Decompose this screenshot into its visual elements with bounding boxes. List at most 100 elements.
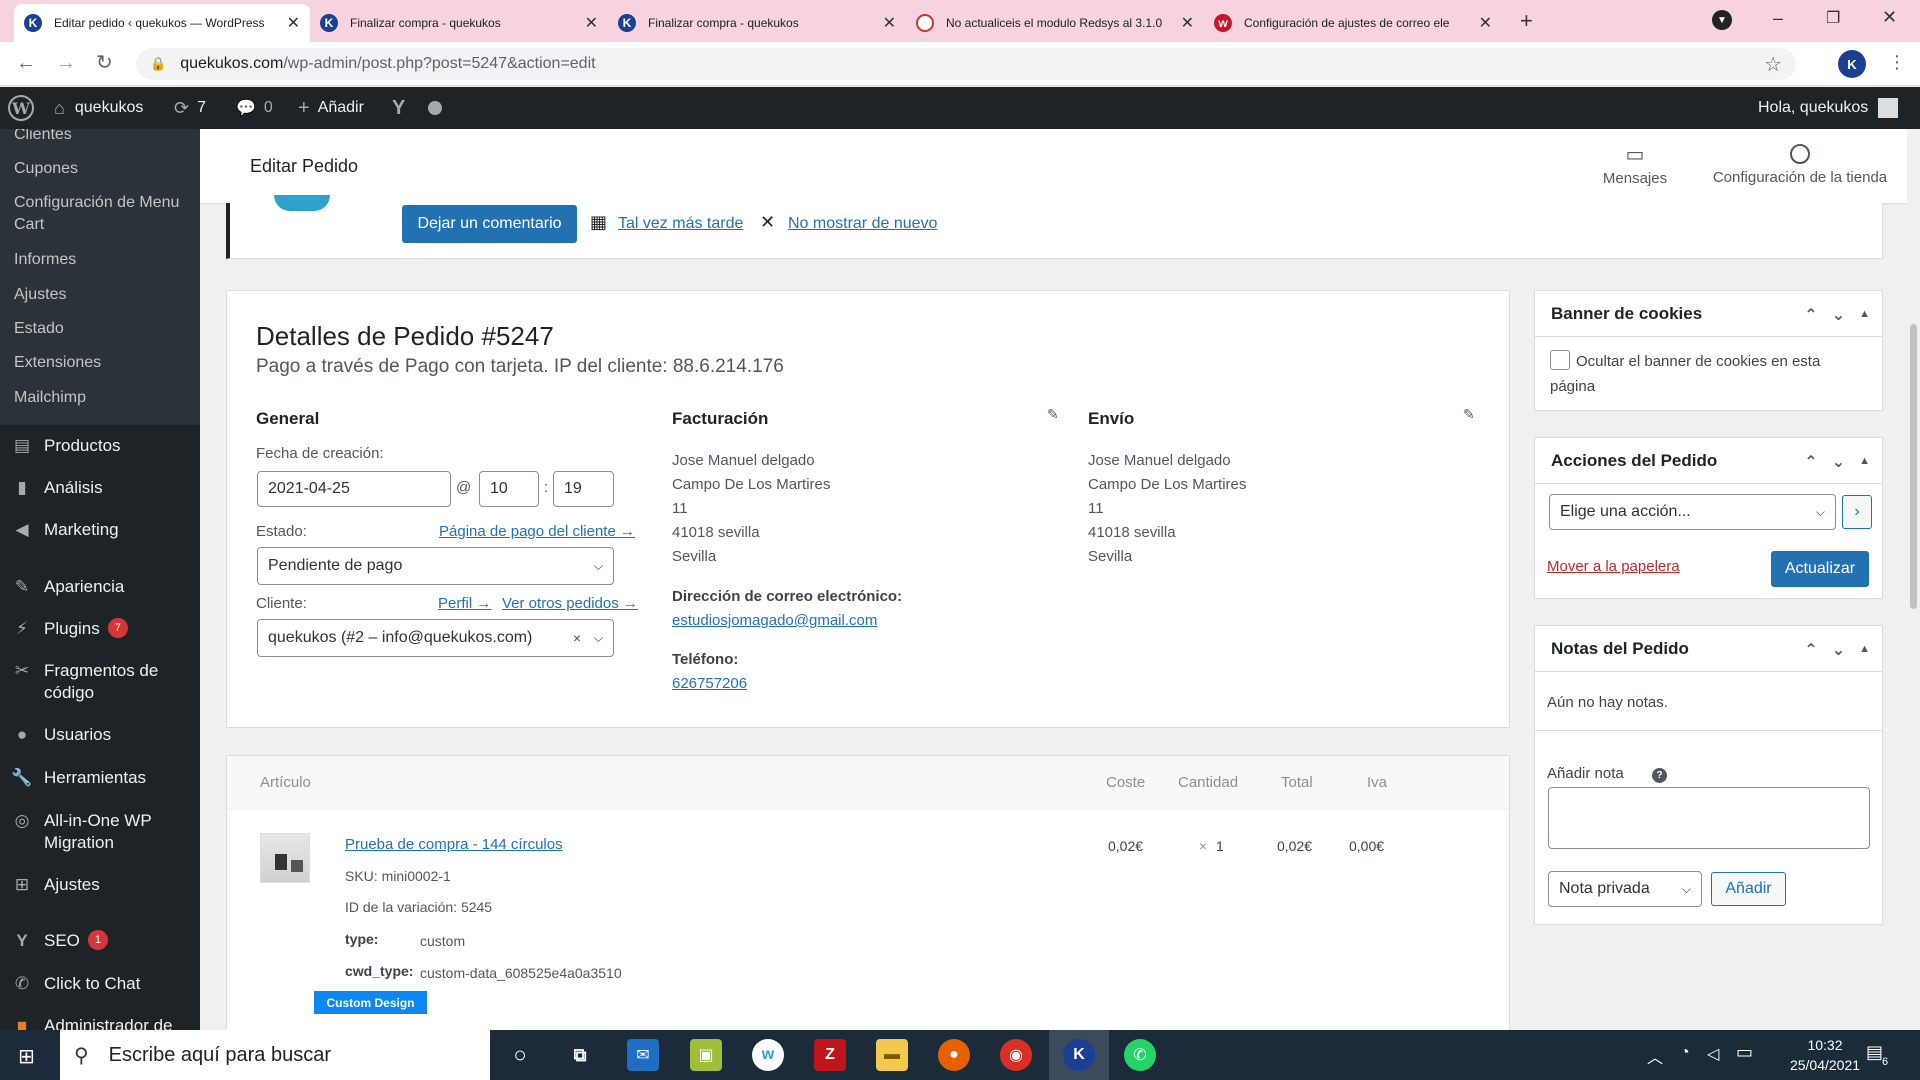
whatsapp-app-icon[interactable]: ✆	[1124, 1039, 1156, 1071]
new-tab-icon[interactable]: +	[1520, 8, 1533, 34]
dont-show-again-link[interactable]: No mostrar de nuevo	[788, 215, 937, 233]
chrome-profile-icon[interactable]: K	[1063, 1039, 1095, 1071]
submenu-menu-cart[interactable]: Configuración de Menu Cart	[0, 192, 200, 236]
browser-tab-active[interactable]: K Editar pedido ‹ quekukos — WordPress ✕	[14, 4, 310, 42]
customer-payment-page-link[interactable]: Página de pago del cliente →	[439, 523, 635, 540]
file-explorer-icon[interactable]: ▬	[876, 1039, 908, 1071]
billing-phone-link[interactable]: 626757206	[672, 675, 747, 692]
close-tab-icon[interactable]: ✕	[287, 13, 300, 33]
leave-comment-button[interactable]: Dejar un comentario	[402, 205, 577, 243]
submenu-ajustes[interactable]: Ajustes	[0, 284, 200, 306]
sidebar-item-herramientas[interactable]: 🔧 Herramientas	[0, 767, 200, 789]
move-up-icon[interactable]: ⌃	[1804, 452, 1817, 472]
sidebar-item-apariencia[interactable]: ✎ Apariencia	[0, 576, 200, 598]
sidebar-item-marketing[interactable]: ◀ Marketing	[0, 519, 200, 541]
sidebar-item-seo[interactable]: Y SEO 1	[0, 930, 200, 952]
sidebar-item-fragmentos[interactable]: ✂ Fragmentos de código	[0, 660, 200, 704]
admin-bar-site[interactable]: ⌂ quekukos	[54, 87, 143, 129]
note-textarea[interactable]	[1548, 787, 1870, 849]
sidebar-item-usuarios[interactable]: ● Usuarios	[0, 724, 200, 746]
admin-bar-comments[interactable]: 💬 0	[236, 87, 273, 129]
collapse-icon[interactable]: ▲	[1859, 455, 1870, 472]
wordpress-logo-icon[interactable]: W	[8, 87, 34, 129]
browser-tab[interactable]: No actualiceis el modulo Redsys al 3.1.0…	[906, 4, 1204, 42]
move-down-icon[interactable]: ⌄	[1832, 452, 1845, 472]
client-select[interactable]: quekukos (#2 – info@quekukos.com) × ⌵	[257, 619, 614, 657]
page-scrollbar[interactable]	[1907, 129, 1920, 1030]
submenu-extensiones[interactable]: Extensiones	[0, 352, 200, 374]
mail-app-icon[interactable]: ✉	[627, 1039, 659, 1071]
submenu-clientes[interactable]: Clientes	[0, 129, 200, 146]
help-icon[interactable]: ?	[1652, 768, 1667, 783]
submenu-cupones[interactable]: Cupones	[0, 158, 200, 180]
status-select[interactable]: Pendiente de pago ⌵	[257, 547, 614, 585]
order-action-select[interactable]: Elige una acción... ⌵	[1549, 494, 1836, 530]
tray-chevron-icon[interactable]: ︿	[1647, 1044, 1663, 1068]
store-setup-button[interactable]: Configuración de la tienda	[1700, 142, 1900, 186]
profile-link[interactable]: Perfil →	[438, 595, 491, 612]
network-icon[interactable]: ◔	[1680, 1044, 1690, 1062]
custom-design-badge[interactable]: Custom Design	[314, 991, 427, 1014]
sidebar-item-analisis[interactable]: ▮ Análisis	[0, 477, 200, 499]
clear-icon[interactable]: ×	[573, 630, 581, 646]
note-type-select[interactable]: Nota privada ⌵	[1548, 871, 1702, 907]
firefox-icon[interactable]: ●	[938, 1039, 970, 1071]
close-tab-icon[interactable]: ✕	[1479, 13, 1492, 33]
move-down-icon[interactable]: ⌄	[1832, 640, 1845, 660]
keyboard-icon[interactable]: ▭	[1736, 1042, 1753, 1063]
sidebar-item-administrador[interactable]: ■ Administrador de	[0, 1015, 200, 1030]
product-name-link[interactable]: Prueba de compra - 144 círculos	[345, 836, 563, 853]
collapse-icon[interactable]: ▲	[1859, 643, 1870, 660]
sidebar-item-click-to-chat[interactable]: ✆ Click to Chat	[0, 973, 200, 995]
admin-bar-add-new[interactable]: + Añadir	[298, 87, 364, 129]
edit-shipping-icon[interactable]: ✎	[1463, 406, 1475, 423]
messages-button[interactable]: ▭ Mensajes	[1595, 142, 1675, 187]
minimize-icon[interactable]: –	[1773, 8, 1783, 29]
move-up-icon[interactable]: ⌃	[1804, 305, 1817, 325]
collapse-icon[interactable]: ▲	[1859, 308, 1870, 325]
submenu-mailchimp[interactable]: Mailchimp	[0, 387, 200, 409]
update-button[interactable]: Actualizar	[1771, 551, 1869, 587]
add-note-button[interactable]: Añadir	[1711, 872, 1786, 906]
apply-action-button[interactable]: ›	[1842, 495, 1872, 529]
close-tab-icon[interactable]: ✕	[585, 13, 598, 33]
yoast-icon[interactable]: Y	[392, 87, 405, 129]
admin-bar-account[interactable]: Hola, quekukos	[1758, 87, 1899, 129]
sidebar-item-plugins[interactable]: ⚡ Plugins 7	[0, 618, 200, 640]
windows-start-icon[interactable]: ⊞	[18, 1044, 35, 1069]
move-down-icon[interactable]: ⌄	[1832, 305, 1845, 325]
submenu-estado[interactable]: Estado	[0, 318, 200, 340]
photos-app-icon[interactable]: ▣	[690, 1039, 722, 1071]
back-icon[interactable]: ←	[16, 52, 36, 75]
close-tab-icon[interactable]: ✕	[1181, 13, 1194, 33]
browser-tab[interactable]: K Finalizar compra - quekukos ✕	[310, 4, 608, 42]
sidebar-item-migration[interactable]: ◎ All-in-One WP Migration	[0, 810, 200, 854]
clock[interactable]: 10:32 25/04/2021	[1770, 1035, 1880, 1075]
notifications-icon[interactable]: ▤	[1866, 1042, 1883, 1063]
restore-icon[interactable]: ❐	[1826, 8, 1840, 28]
edit-billing-icon[interactable]: ✎	[1047, 406, 1059, 423]
address-bar[interactable]: 🔒 quekukos.com /wp-admin/post.php?post=5…	[136, 48, 1796, 80]
scrollbar-thumb[interactable]	[1910, 324, 1917, 609]
minute-input[interactable]: 19	[553, 471, 614, 507]
billing-email-link[interactable]: estudiosjomagado@gmail.com	[672, 612, 877, 629]
submenu-informes[interactable]: Informes	[0, 249, 200, 271]
move-up-icon[interactable]: ⌃	[1804, 640, 1817, 660]
bookmark-star-icon[interactable]: ☆	[1764, 52, 1782, 77]
task-view-icon[interactable]: ⧉	[564, 1039, 596, 1071]
tab-search-icon[interactable]: ▼	[1712, 10, 1732, 30]
forward-icon[interactable]: →	[56, 52, 76, 75]
profile-avatar[interactable]: K	[1838, 50, 1866, 78]
admin-bar-updates[interactable]: ⟳ 7	[174, 87, 206, 129]
sidebar-item-productos[interactable]: ▤ Productos	[0, 435, 200, 457]
wordpress-app-icon[interactable]: w	[752, 1039, 784, 1071]
sidebar-item-ajustes[interactable]: ⊞ Ajustes	[0, 874, 200, 896]
browser-menu-icon[interactable]: ⋮	[1888, 52, 1906, 73]
cortana-icon[interactable]: ○	[504, 1039, 536, 1071]
other-orders-link[interactable]: Ver otros pedidos →	[502, 595, 638, 612]
reload-icon[interactable]: ↻	[96, 50, 113, 75]
date-input[interactable]: 2021-04-25	[257, 471, 451, 507]
status-dot-icon[interactable]	[428, 87, 442, 129]
browser-tab[interactable]: K Finalizar compra - quekukos ✕	[608, 4, 906, 42]
filezilla-icon[interactable]: Z	[814, 1039, 846, 1071]
